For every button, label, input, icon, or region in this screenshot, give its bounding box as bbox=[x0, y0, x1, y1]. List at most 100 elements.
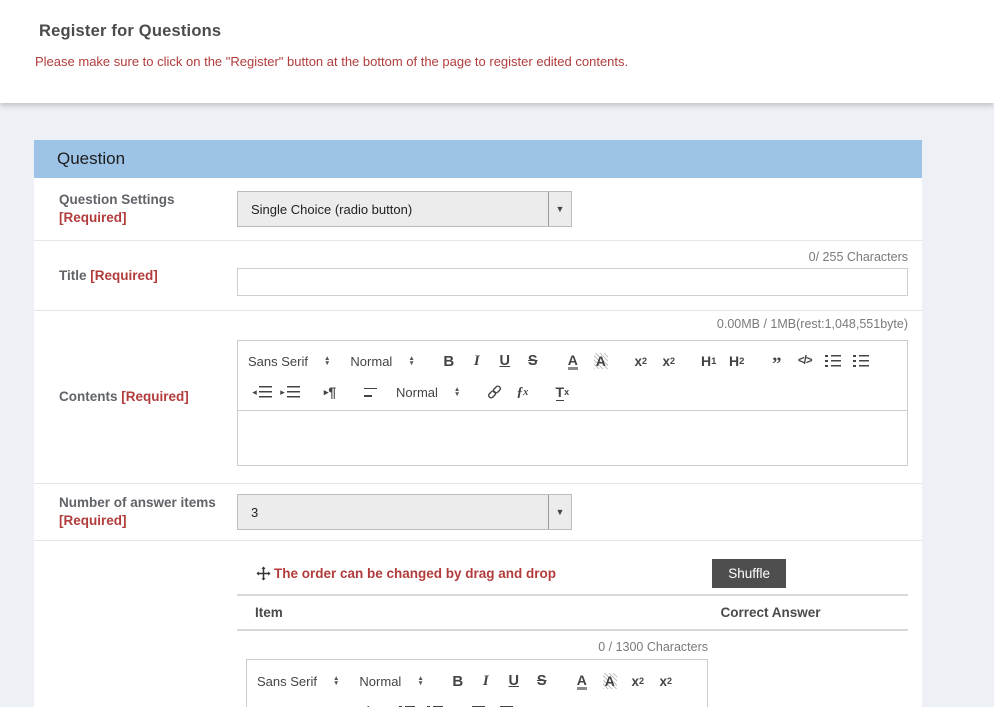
item-column-header: Item bbox=[237, 605, 633, 620]
text-direction-icon[interactable]: ▸¶ bbox=[529, 700, 557, 707]
title-char-counter: 0/ 255 Characters bbox=[237, 250, 908, 264]
answer-count-required-badge: [Required] bbox=[59, 513, 127, 528]
title-required-badge: [Required] bbox=[90, 268, 158, 283]
picker-arrows-icon: ▲▼ bbox=[454, 387, 460, 397]
question-type-selected-value: Single Choice (radio button) bbox=[238, 192, 548, 226]
header-2-icon[interactable]: H2 bbox=[285, 700, 313, 707]
background-color-icon[interactable]: A bbox=[587, 349, 615, 373]
superscript-icon[interactable]: x2 bbox=[652, 669, 680, 693]
code-block-icon[interactable]: </> bbox=[791, 349, 819, 373]
chevron-down-icon[interactable]: ▼ bbox=[548, 192, 571, 226]
link-icon[interactable] bbox=[480, 380, 508, 404]
ordered-list-icon[interactable] bbox=[393, 700, 421, 707]
contents-editor-textarea[interactable] bbox=[237, 411, 908, 466]
superscript-icon[interactable]: x2 bbox=[655, 349, 683, 373]
bullet-list-icon[interactable] bbox=[847, 349, 875, 373]
bullet-list-icon[interactable] bbox=[421, 700, 449, 707]
register-reminder-note: Please make sure to click on the "Regist… bbox=[35, 54, 994, 69]
ordered-list-icon[interactable] bbox=[819, 349, 847, 373]
top-header: Register for Questions Please make sure … bbox=[0, 0, 994, 103]
question-settings-required-badge: [Required] bbox=[59, 210, 127, 225]
answer-count-selected-value: 3 bbox=[238, 495, 548, 529]
clear-formatting-icon[interactable]: Tx bbox=[548, 380, 576, 404]
text-color-icon[interactable]: A bbox=[568, 669, 596, 693]
line-height-picker[interactable]: Normal ▲▼ bbox=[396, 385, 460, 400]
picker-arrows-icon: ▲▼ bbox=[324, 356, 330, 366]
answer-count-row: Number of answer items [Required] 3 ▼ bbox=[34, 484, 922, 541]
underline-icon[interactable]: U bbox=[491, 349, 519, 373]
formula-icon[interactable]: ƒx bbox=[508, 380, 536, 404]
italic-icon[interactable]: I bbox=[472, 669, 500, 693]
subscript-icon[interactable]: x2 bbox=[627, 349, 655, 373]
bold-icon[interactable]: B bbox=[435, 349, 463, 373]
outdent-icon[interactable]: ◂ bbox=[461, 700, 489, 707]
contents-size-counter: 0.00MB / 1MB(rest:1,048,551byte) bbox=[237, 317, 908, 331]
code-block-icon[interactable]: </> bbox=[353, 700, 381, 707]
font-picker[interactable]: Sans Serif ▲▼ bbox=[248, 354, 330, 369]
contents-row: Contents [Required] 0.00MB / 1MB(rest:1,… bbox=[34, 311, 922, 484]
font-picker[interactable]: Sans Serif ▲▼ bbox=[257, 674, 339, 689]
item-editor: Sans Serif ▲▼ Normal ▲▼ B bbox=[246, 659, 708, 707]
answer-count-label-cell: Number of answer items [Required] bbox=[34, 484, 237, 540]
italic-icon[interactable]: I bbox=[463, 349, 491, 373]
drag-hint-row: The order can be changed by drag and dro… bbox=[237, 558, 908, 588]
heading-picker-label: Normal bbox=[350, 354, 392, 369]
answer-count-select[interactable]: 3 ▼ bbox=[237, 494, 572, 530]
subscript-icon[interactable]: x2 bbox=[624, 669, 652, 693]
background-color-icon[interactable]: A bbox=[596, 669, 624, 693]
strikethrough-icon[interactable]: S bbox=[528, 669, 556, 693]
contents-label: Contents bbox=[59, 389, 118, 404]
page-title: Register for Questions bbox=[0, 0, 994, 41]
question-settings-label-cell: Question Settings [Required] bbox=[34, 178, 237, 240]
bold-icon[interactable]: B bbox=[444, 669, 472, 693]
heading-picker[interactable]: Normal ▲▼ bbox=[359, 674, 423, 689]
strikethrough-icon[interactable]: S bbox=[519, 349, 547, 373]
title-input[interactable] bbox=[237, 268, 908, 296]
picker-arrows-icon: ▲▼ bbox=[333, 676, 339, 686]
outdent-icon[interactable]: ◂ bbox=[248, 380, 276, 404]
item-char-counter: 0 / 1300 Characters bbox=[246, 640, 708, 654]
answer-count-label: Number of answer items bbox=[59, 495, 216, 510]
move-icon[interactable] bbox=[256, 566, 271, 581]
font-picker-label: Sans Serif bbox=[248, 354, 308, 369]
line-height-picker-label: Normal bbox=[396, 385, 438, 400]
divider bbox=[237, 629, 908, 631]
indent-icon[interactable]: ▸ bbox=[276, 380, 304, 404]
item-editor-toolbar: Sans Serif ▲▼ Normal ▲▼ B bbox=[246, 659, 708, 707]
text-color-icon[interactable]: A bbox=[559, 349, 587, 373]
header-1-icon[interactable]: H1 bbox=[257, 700, 285, 707]
drag-hint-text: The order can be changed by drag and dro… bbox=[274, 566, 556, 581]
picker-arrows-icon: ▲▼ bbox=[408, 356, 414, 366]
heading-picker-label: Normal bbox=[359, 674, 401, 689]
section-title: Question bbox=[57, 149, 125, 169]
answer-item-row: 0 / 1300 Characters Sans Serif ▲▼ Normal bbox=[246, 640, 708, 707]
answer-items-section: The order can be changed by drag and dro… bbox=[34, 541, 922, 707]
question-panel: Question Question Settings [Required] Si… bbox=[34, 140, 922, 707]
header-1-icon[interactable]: H1 bbox=[695, 349, 723, 373]
text-direction-icon[interactable]: ▸¶ bbox=[316, 380, 344, 404]
question-section-header: Question bbox=[34, 140, 922, 178]
blockquote-icon[interactable]: ” bbox=[325, 700, 353, 707]
answer-items-label-cell bbox=[34, 541, 237, 707]
contents-label-cell: Contents [Required] bbox=[34, 311, 237, 483]
question-type-select[interactable]: Single Choice (radio button) ▼ bbox=[237, 191, 572, 227]
picker-arrows-icon: ▲▼ bbox=[417, 676, 423, 686]
chevron-down-icon[interactable]: ▼ bbox=[548, 495, 571, 529]
contents-required-badge: [Required] bbox=[121, 389, 189, 404]
contents-editor: Sans Serif ▲▼ Normal ▲▼ B I bbox=[237, 340, 908, 466]
underline-icon[interactable]: U bbox=[500, 669, 528, 693]
header-2-icon[interactable]: H2 bbox=[723, 349, 751, 373]
shuffle-button[interactable]: Shuffle bbox=[712, 559, 786, 588]
correct-answer-column-header: Correct Answer bbox=[633, 605, 908, 620]
question-settings-row: Question Settings [Required] Single Choi… bbox=[34, 178, 922, 241]
indent-icon[interactable]: ▸ bbox=[489, 700, 517, 707]
heading-picker[interactable]: Normal ▲▼ bbox=[350, 354, 414, 369]
blockquote-icon[interactable]: ” bbox=[763, 349, 791, 373]
answer-table-header: Item Correct Answer bbox=[237, 596, 908, 629]
title-label-cell: Title [Required] bbox=[34, 241, 237, 310]
font-picker-label: Sans Serif bbox=[257, 674, 317, 689]
title-row: Title [Required] 0/ 255 Characters bbox=[34, 241, 922, 311]
question-settings-label: Question Settings bbox=[59, 192, 175, 207]
title-label: Title bbox=[59, 268, 87, 283]
align-icon[interactable] bbox=[356, 380, 384, 404]
